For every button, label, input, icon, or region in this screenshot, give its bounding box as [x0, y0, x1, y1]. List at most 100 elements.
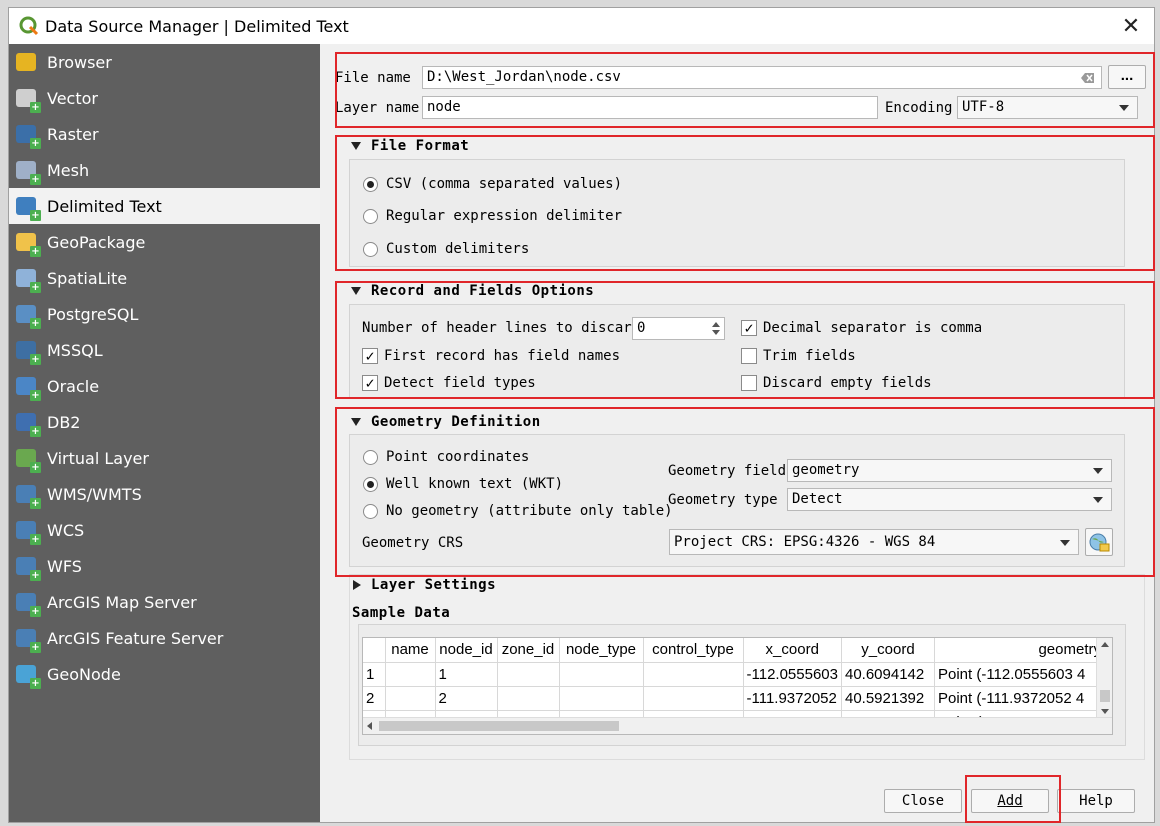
discard-empty-checkbox[interactable]: Discard empty fields — [741, 375, 932, 391]
encoding-select[interactable]: UTF-8 — [957, 96, 1138, 119]
sidebar-item-mssql[interactable]: + MSSQL — [9, 332, 320, 368]
sidebar-item-label: DB2 — [47, 412, 81, 432]
browse-button[interactable]: ... — [1108, 65, 1146, 89]
geometry-crs-value: Project CRS: EPSG:4326 - WGS 84 — [674, 534, 936, 550]
sidebar-item-label: Browser — [47, 52, 112, 72]
sidebar-item-spatialite[interactable]: + SpatiaLite — [9, 260, 320, 296]
horizontal-scroll-thumb[interactable] — [379, 721, 619, 731]
sidebar-item-geopackage[interactable]: + GeoPackage — [9, 224, 320, 260]
table-cell — [643, 662, 744, 687]
record-fields-header[interactable]: Record and Fields Options — [351, 283, 594, 299]
decimal-comma-checkbox[interactable]: ✓ Decimal separator is comma — [741, 320, 982, 336]
column-header[interactable]: name — [385, 638, 436, 663]
table-cell: 1 — [435, 662, 498, 687]
crs-selector-button[interactable] — [1085, 528, 1113, 556]
sidebar-item-arcgis-feature-server[interactable]: + ArcGIS Feature Server — [9, 620, 320, 656]
table-corner-cell — [363, 638, 386, 663]
geometry-field-select[interactable]: geometry — [787, 459, 1112, 482]
trim-fields-label: Trim fields — [763, 348, 856, 364]
sidebar-item-arcgis-map-server[interactable]: + ArcGIS Map Server — [9, 584, 320, 620]
layer-name-input[interactable]: node — [422, 96, 878, 119]
sidebar-item-label: MSSQL — [47, 340, 103, 360]
column-header[interactable]: node_id — [435, 638, 498, 663]
detect-types-label: Detect field types — [384, 375, 536, 391]
sidebar-item-label: Raster — [47, 124, 99, 144]
radio-unchecked-indicator — [363, 449, 378, 465]
chevron-down-icon — [1119, 105, 1129, 111]
no-geometry-radio[interactable]: No geometry (attribute only table) — [363, 503, 673, 519]
sidebar-item-vector[interactable]: + Vector — [9, 80, 320, 116]
sidebar-item-wcs[interactable]: + WCS — [9, 512, 320, 548]
add-button[interactable]: Add — [971, 789, 1049, 813]
geopackage-icon: + — [13, 229, 41, 257]
sidebar-item-browser[interactable]: Browser — [9, 44, 320, 80]
scroll-thumb[interactable] — [1100, 690, 1110, 702]
chevron-down-icon — [1093, 468, 1103, 474]
sidebar-item-label: GeoNode — [47, 664, 121, 684]
sidebar-item-geonode[interactable]: + GeoNode — [9, 656, 320, 692]
spin-arrows-icon[interactable] — [711, 320, 721, 337]
sample-data-table[interactable]: name node_id zone_id node_type control_type x… — [362, 637, 1113, 735]
csv-radio[interactable]: CSV (comma separated values) — [363, 176, 622, 192]
geometry-crs-label: Geometry CRS — [362, 535, 464, 551]
geometry-field-value: geometry — [792, 462, 860, 478]
geometry-header[interactable]: Geometry Definition — [351, 414, 541, 430]
column-header[interactable]: control_type — [643, 638, 744, 663]
sidebar-item-postgresql[interactable]: + PostgreSQL — [9, 296, 320, 332]
horizontal-scrollbar[interactable] — [363, 717, 1112, 734]
decimal-comma-label: Decimal separator is comma — [763, 320, 983, 336]
table-row[interactable]: 2 2 -111.9372052 40.5921392 Point (-111.9372… — [363, 686, 1105, 711]
wkt-radio[interactable]: Well known text (WKT) — [363, 476, 563, 492]
geometry-crs-select[interactable]: Project CRS: EPSG:4326 - WGS 84 — [669, 529, 1079, 555]
geometry-type-select[interactable]: Detect — [787, 488, 1112, 511]
arcgis-map-icon: + — [13, 589, 41, 617]
close-window-icon[interactable]: ✕ — [1116, 12, 1146, 40]
trim-fields-checkbox[interactable]: Trim fields — [741, 348, 856, 364]
table-cell — [385, 686, 436, 711]
title-bar: Data Source Manager | Delimited Text ✕ — [9, 8, 1154, 44]
sidebar-item-label: SpatiaLite — [47, 268, 128, 288]
column-header[interactable]: zone_id — [497, 638, 560, 663]
sidebar-item-raster[interactable]: + Raster — [9, 116, 320, 152]
column-header[interactable]: geometry — [934, 638, 1105, 663]
encoding-label: Encoding — [885, 100, 953, 116]
point-coordinates-radio[interactable]: Point coordinates — [363, 449, 529, 465]
detect-types-checkbox[interactable]: ✓ Detect field types — [362, 375, 536, 391]
sidebar-item-label: Oracle — [47, 376, 100, 396]
table-cell — [497, 662, 560, 687]
vertical-scrollbar[interactable] — [1096, 638, 1112, 718]
sidebar-item-label: Vector — [47, 88, 98, 108]
sidebar-item-delimited-text[interactable]: + Delimited Text — [9, 188, 320, 224]
scroll-up-icon[interactable] — [1097, 638, 1113, 652]
sidebar-item-label: ArcGIS Feature Server — [47, 628, 224, 648]
table-row[interactable]: 1 1 -112.0555603 40.6094142 Point (-112.0555… — [363, 662, 1105, 687]
mesh-icon: + — [13, 157, 41, 185]
custom-delimiters-label: Custom delimiters — [386, 241, 530, 257]
custom-delimiters-radio[interactable]: Custom delimiters — [363, 241, 529, 257]
sidebar-item-label: WCS — [47, 520, 85, 540]
sidebar-item-virtual-layer[interactable]: + Virtual Layer — [9, 440, 320, 476]
header-lines-spinbox[interactable]: 0 — [632, 317, 725, 340]
column-header[interactable]: node_type — [559, 638, 644, 663]
row-number: 2 — [363, 686, 386, 711]
virtual-layer-icon: + — [13, 445, 41, 473]
scroll-down-icon[interactable] — [1097, 704, 1113, 718]
oracle-icon: + — [13, 373, 41, 401]
scroll-left-icon[interactable] — [363, 718, 377, 734]
clear-icon[interactable] — [1081, 72, 1095, 84]
sidebar-item-mesh[interactable]: + Mesh — [9, 152, 320, 188]
file-format-header[interactable]: File Format — [351, 138, 469, 154]
sidebar-item-oracle[interactable]: + Oracle — [9, 368, 320, 404]
first-record-checkbox[interactable]: ✓ First record has field names — [362, 348, 620, 364]
regex-radio[interactable]: Regular expression delimiter — [363, 208, 622, 224]
file-name-input[interactable]: D:\West_Jordan\node.csv — [422, 66, 1102, 89]
close-button[interactable]: Close — [884, 789, 962, 813]
help-button[interactable]: Help — [1057, 789, 1135, 813]
sidebar-item-wfs[interactable]: + WFS — [9, 548, 320, 584]
table-cell — [559, 686, 644, 711]
column-header[interactable]: x_coord — [743, 638, 842, 663]
column-header[interactable]: y_coord — [841, 638, 935, 663]
table-cell — [385, 662, 436, 687]
sidebar-item-wms-wmts[interactable]: + WMS/WMTS — [9, 476, 320, 512]
sidebar-item-db2[interactable]: + DB2 — [9, 404, 320, 440]
